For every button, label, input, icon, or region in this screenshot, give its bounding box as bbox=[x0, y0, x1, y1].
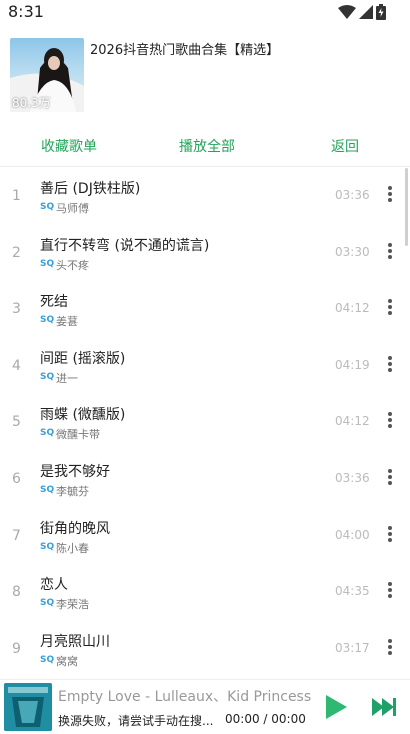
song-item[interactable]: 1 善后 (DJ铁柱版) SQ 马师傅 03:36 bbox=[0, 167, 404, 224]
more-vertical-icon[interactable] bbox=[384, 525, 396, 545]
sq-badge: SQ bbox=[40, 484, 55, 495]
sq-badge: SQ bbox=[40, 428, 55, 439]
song-item[interactable]: 5 雨蝶 (微醺版) SQ 微醺卡带 04:12 bbox=[0, 393, 404, 450]
more-vertical-icon[interactable] bbox=[384, 411, 396, 431]
song-title: 恋人 bbox=[40, 577, 68, 594]
song-title: 街角的晚风 bbox=[40, 520, 110, 537]
song-item[interactable]: 6 是我不够好 SQ 李毓芬 03:36 bbox=[0, 450, 404, 507]
more-vertical-icon[interactable] bbox=[384, 242, 396, 262]
play-all-button[interactable]: 播放全部 bbox=[179, 136, 235, 156]
next-button[interactable] bbox=[370, 696, 398, 722]
play-button[interactable] bbox=[323, 694, 349, 724]
sq-badge: SQ bbox=[40, 598, 55, 609]
song-item[interactable]: 3 死结 SQ 姜葚 04:12 bbox=[0, 280, 404, 337]
song-artist: 姜葚 bbox=[56, 315, 78, 329]
wifi-icon bbox=[338, 5, 356, 19]
signal-icon bbox=[359, 5, 373, 19]
sq-badge: SQ bbox=[40, 202, 55, 212]
now-playing-cover bbox=[4, 683, 52, 731]
song-artist: 李毓芬 bbox=[56, 484, 89, 498]
status-time: 8:31 bbox=[8, 2, 44, 21]
song-index: 3 bbox=[12, 301, 21, 318]
song-index: 1 bbox=[12, 188, 21, 204]
status-icons bbox=[338, 4, 386, 20]
song-index: 7 bbox=[12, 527, 21, 544]
skip-next-icon bbox=[372, 698, 396, 716]
song-duration: 03:17 bbox=[335, 640, 370, 655]
play-icon bbox=[326, 695, 347, 719]
song-duration: 04:35 bbox=[335, 584, 370, 599]
song-duration: 03:36 bbox=[335, 188, 370, 202]
more-vertical-icon[interactable] bbox=[384, 355, 396, 375]
now-playing-time: 00:00 / 00:00 bbox=[225, 712, 306, 726]
song-duration: 03:36 bbox=[335, 470, 370, 485]
song-index: 2 bbox=[12, 244, 21, 261]
battery-icon bbox=[376, 4, 386, 20]
song-index: 5 bbox=[12, 414, 21, 431]
more-vertical-icon[interactable] bbox=[384, 298, 396, 318]
play-count: 80.3万 bbox=[12, 96, 51, 110]
song-artist: 李荣浩 bbox=[56, 598, 89, 612]
collect-playlist-button[interactable]: 收藏歌单 bbox=[41, 136, 97, 156]
sq-badge: SQ bbox=[40, 654, 55, 665]
song-artist: 窝窝 bbox=[56, 654, 78, 668]
song-index: 4 bbox=[12, 357, 21, 374]
song-duration: 04:19 bbox=[335, 357, 370, 372]
song-duration: 04:00 bbox=[335, 527, 370, 542]
sq-badge: SQ bbox=[40, 258, 55, 269]
status-bar: 8:31 bbox=[0, 0, 410, 26]
more-vertical-icon[interactable] bbox=[384, 185, 396, 205]
back-button[interactable]: 返回 bbox=[331, 136, 359, 156]
song-index: 9 bbox=[12, 640, 21, 657]
song-artist: 头不疼 bbox=[56, 258, 89, 272]
song-item[interactable]: 4 间距 (摇滚版) SQ 进一 04:19 bbox=[0, 337, 404, 394]
song-item[interactable]: 9 月亮照山川 SQ 窝窝 03:17 bbox=[0, 620, 404, 677]
song-duration: 03:30 bbox=[335, 244, 370, 259]
song-item[interactable]: 2 直行不转弯 (说不通的谎言) SQ 头不疼 03:30 bbox=[0, 224, 404, 281]
song-title: 善后 (DJ铁柱版) bbox=[40, 181, 141, 197]
song-duration: 04:12 bbox=[335, 414, 370, 429]
now-playing-status: 换源失败，请尝试手动在搜... bbox=[58, 714, 214, 728]
song-title: 直行不转弯 (说不通的谎言) bbox=[40, 237, 210, 254]
sq-badge: SQ bbox=[40, 541, 55, 552]
scrollbar[interactable] bbox=[405, 168, 408, 246]
song-artist: 微醺卡带 bbox=[56, 428, 100, 442]
song-item[interactable]: 7 街角的晚风 SQ 陈小春 04:00 bbox=[0, 507, 404, 564]
song-item[interactable]: 8 恋人 SQ 李荣浩 04:35 bbox=[0, 563, 404, 620]
song-list: 1 善后 (DJ铁柱版) SQ 马师傅 03:36 2 直行不转弯 (说不通的谎… bbox=[0, 167, 404, 676]
playlist-title: 2026抖音热门歌曲合集【精选】 bbox=[90, 43, 280, 58]
player-bar[interactable]: Empty Love - Lulleaux、Kid Princess 换源失败，… bbox=[0, 679, 410, 734]
song-artist: 进一 bbox=[56, 371, 78, 385]
sq-badge: SQ bbox=[40, 371, 55, 382]
song-title: 月亮照山川 bbox=[40, 633, 110, 650]
song-title: 间距 (摇滚版) bbox=[40, 350, 126, 367]
song-duration: 04:12 bbox=[335, 301, 370, 316]
song-index: 6 bbox=[12, 470, 21, 487]
song-title: 死结 bbox=[40, 294, 68, 311]
playlist-header: 80.3万 2026抖音热门歌曲合集【精选】 bbox=[0, 26, 410, 122]
song-artist: 陈小春 bbox=[56, 541, 89, 555]
more-vertical-icon[interactable] bbox=[384, 468, 396, 488]
song-title: 雨蝶 (微醺版) bbox=[40, 407, 126, 424]
song-index: 8 bbox=[12, 584, 21, 601]
playlist-actions: 收藏歌单 播放全部 返回 bbox=[0, 130, 410, 167]
song-title: 是我不够好 bbox=[40, 463, 110, 480]
more-vertical-icon[interactable] bbox=[384, 581, 396, 601]
sq-badge: SQ bbox=[40, 315, 55, 326]
more-vertical-icon[interactable] bbox=[384, 638, 396, 658]
now-playing-title: Empty Love - Lulleaux、Kid Princess bbox=[58, 689, 312, 705]
song-artist: 马师傅 bbox=[56, 202, 89, 215]
